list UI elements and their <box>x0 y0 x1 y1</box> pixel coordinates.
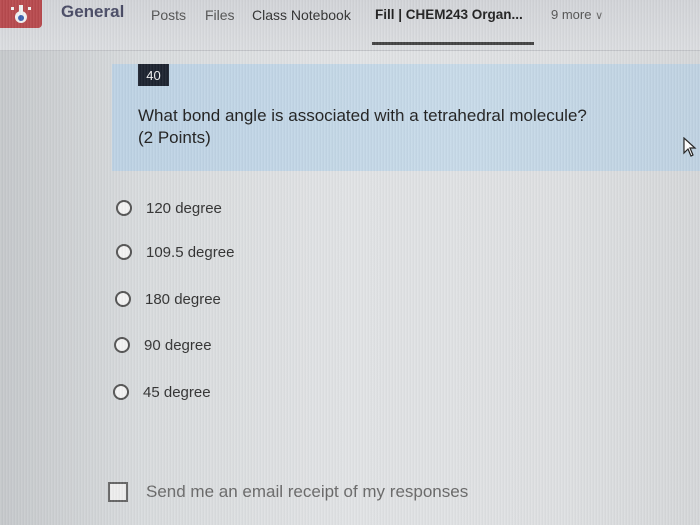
mouse-cursor-icon <box>683 136 697 162</box>
active-tab-indicator <box>372 42 534 45</box>
more-tabs-label: 9 more <box>551 7 592 22</box>
tab-files[interactable]: Files <box>205 7 235 23</box>
option-120-degree[interactable]: 120 degree <box>116 197 222 219</box>
option-180-degree[interactable]: 180 degree <box>115 288 221 310</box>
radio-button[interactable] <box>115 291 131 307</box>
question-number-badge: 40 <box>138 64 169 86</box>
question-title: What bond angle is associated with a tet… <box>138 106 587 125</box>
tab-class-notebook[interactable]: Class Notebook <box>252 7 351 23</box>
team-title[interactable]: General <box>61 2 124 22</box>
option-45-degree[interactable]: 45 degree <box>113 381 211 403</box>
question-points: (2 Points) <box>138 128 211 147</box>
radio-button[interactable] <box>114 337 130 353</box>
email-receipt-checkbox[interactable] <box>108 482 128 502</box>
chevron-down-icon: ∨ <box>595 10 604 22</box>
radio-button[interactable] <box>116 200 132 216</box>
radio-button[interactable] <box>113 384 129 400</box>
tab-posts[interactable]: Posts <box>151 7 186 23</box>
question-text: What bond angle is associated with a tet… <box>138 105 658 149</box>
tab-fill-chem243[interactable]: Fill | CHEM243 Organ... <box>375 7 523 22</box>
email-receipt-label: Send me an email receipt of my responses <box>146 482 469 501</box>
top-bar: General Posts Files Class Notebook Fill … <box>0 0 700 51</box>
flask-icon <box>11 5 31 23</box>
option-label: 109.5 degree <box>146 243 235 261</box>
team-icon[interactable] <box>0 0 42 28</box>
option-109-5-degree[interactable]: 109.5 degree <box>116 241 234 263</box>
option-90-degree[interactable]: 90 degree <box>114 334 212 356</box>
option-label: 45 degree <box>143 383 211 401</box>
tab-more[interactable]: 9 more ∨ <box>551 7 603 22</box>
option-label: 120 degree <box>146 199 222 217</box>
option-label: 90 degree <box>144 336 212 354</box>
radio-button[interactable] <box>116 244 132 260</box>
option-label: 180 degree <box>145 290 221 308</box>
email-receipt-option[interactable]: Send me an email receipt of my responses <box>108 482 468 502</box>
